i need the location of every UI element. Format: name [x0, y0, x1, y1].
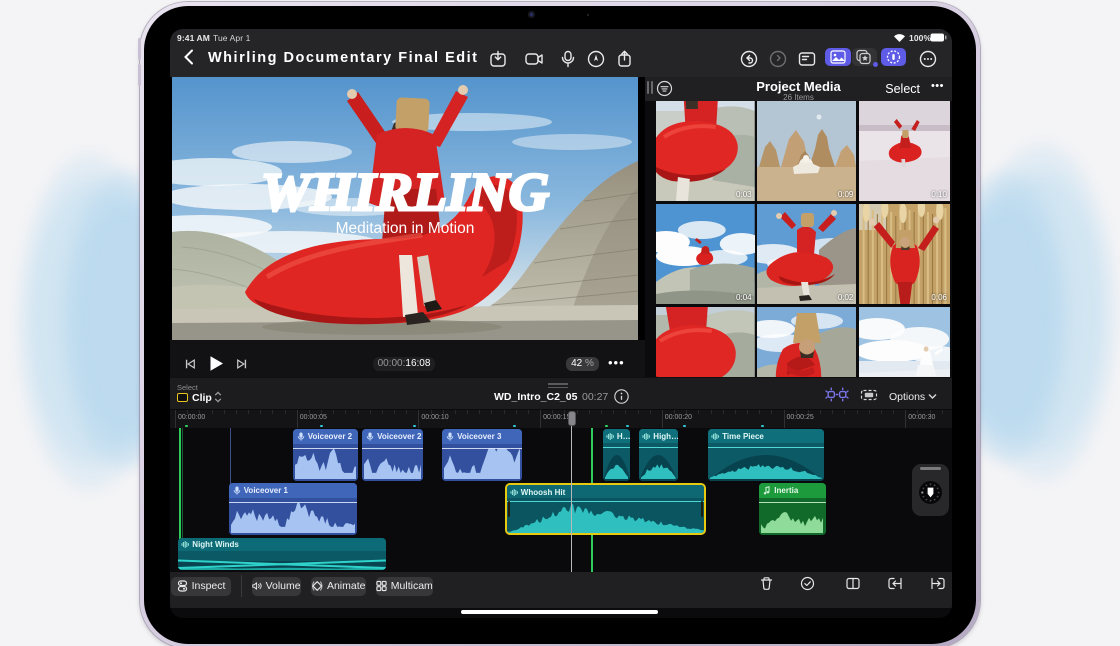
svg-text:WHIRLING: WHIRLING: [261, 162, 549, 222]
svg-text:Meditation in Motion: Meditation in Motion: [336, 220, 475, 237]
